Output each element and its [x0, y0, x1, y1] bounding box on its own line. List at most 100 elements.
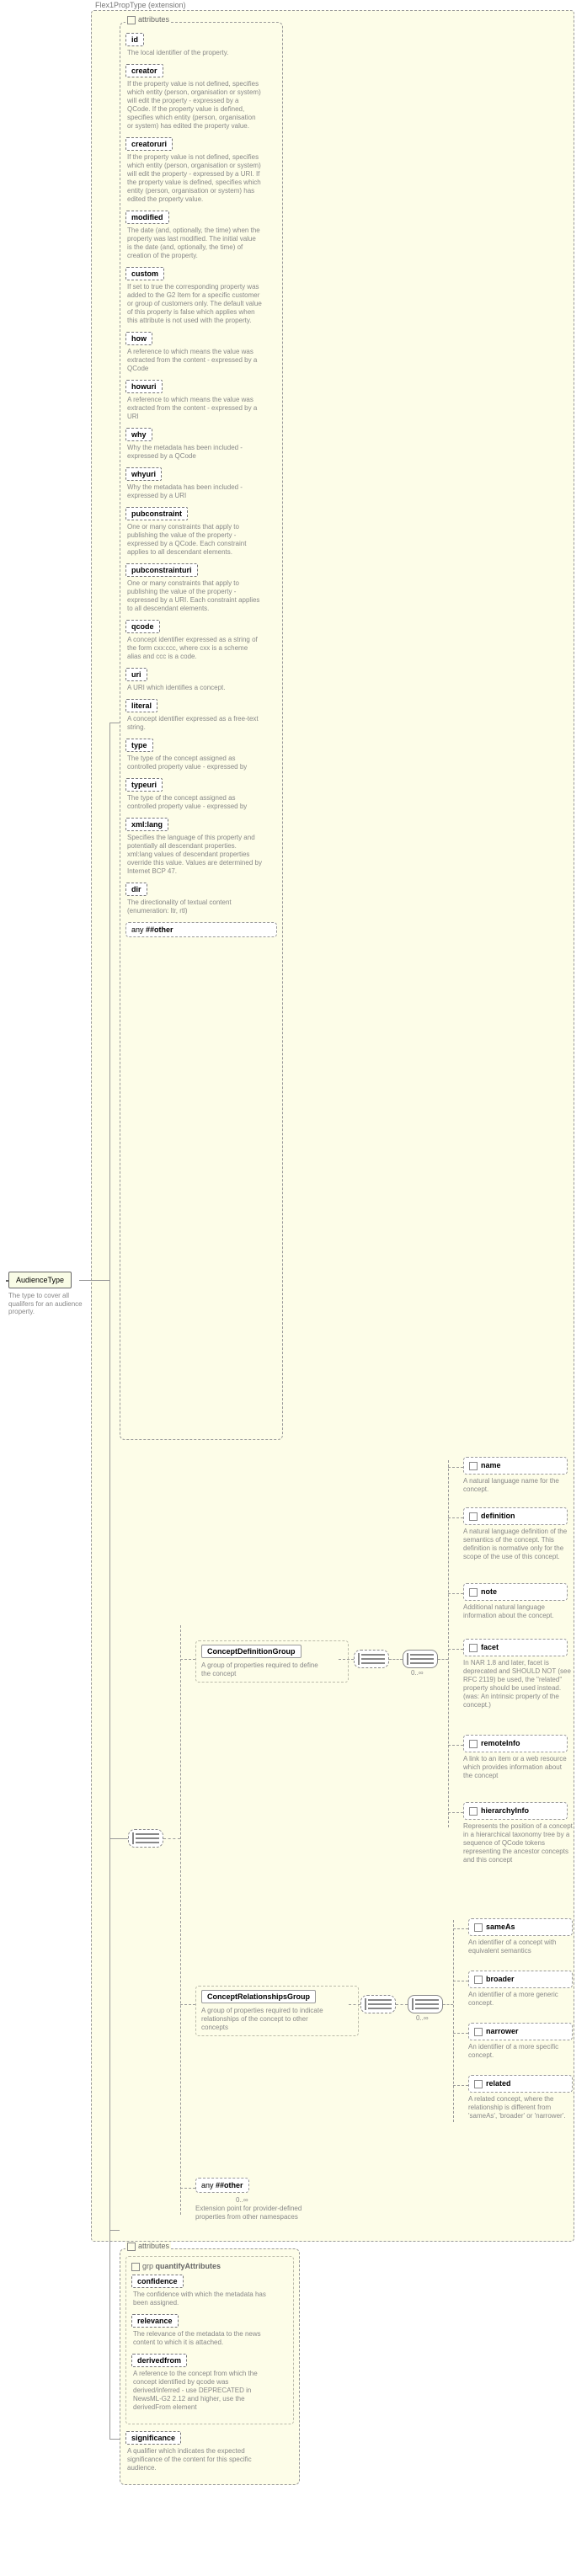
attr-derivedfrom-desc: A reference to the concept from which th… — [133, 2370, 268, 2412]
extension-title: Flex1PropType (extension) — [95, 1, 186, 9]
attr-derivedfrom: derivedfrom A reference to the concept f… — [131, 2354, 288, 2412]
attr-dir-label: dir — [125, 883, 147, 896]
attr-any-other: any ##other — [125, 922, 277, 937]
elem-related-title: related — [474, 2079, 567, 2088]
group-conceptdefinitiongroup: ConceptDefinitionGroup A group of proper… — [195, 1640, 349, 1683]
attr-xmllang: xml:lang Specifies the language of this … — [125, 818, 277, 876]
attr-typeuri: typeuri The type of the concept assigned… — [125, 778, 277, 811]
attr-creatoruri-label: creatoruri — [125, 137, 173, 151]
attr-significance-desc: A qualifier which indicates the expected… — [127, 2447, 262, 2472]
type-audiencetype: AudienceType — [8, 1272, 72, 1288]
attr-custom: custom If set to true the corresponding … — [125, 267, 277, 325]
content-any-other: any ##other — [195, 2178, 249, 2193]
attr-how-label: how — [125, 332, 152, 345]
attr-typeuri-desc: The type of the concept assigned as cont… — [127, 794, 262, 811]
quantify-attributes-container: attributes grp quantifyAttributes confid… — [120, 2248, 300, 2485]
attr-relevance-label: relevance — [131, 2314, 179, 2328]
attr-type-label: type — [125, 739, 153, 752]
type-name: AudienceType — [16, 1276, 64, 1284]
attr-type: type The type of the concept assigned as… — [125, 739, 277, 771]
elem-name-title: name — [469, 1461, 562, 1470]
attr-significance: significance A qualifier which indicates… — [125, 2431, 294, 2472]
elem-facet-title: facet — [469, 1643, 562, 1652]
elem-related-desc: A related concept, where the relationshi… — [468, 2095, 578, 2120]
cdg-choice — [403, 1650, 438, 1668]
attr-uri-label: uri — [125, 668, 147, 681]
box-icon — [127, 16, 136, 24]
attr-whyuri: whyuri Why the metadata has been include… — [125, 467, 277, 500]
elem-note-title: note — [469, 1587, 562, 1597]
attr-howuri: howuri A reference to which means the va… — [125, 380, 277, 421]
attr-dir: dir The directionality of textual conten… — [125, 883, 277, 915]
attributes-container: attributes id The local identifier of th… — [120, 22, 283, 1440]
elem-definition-title: definition — [469, 1512, 562, 1521]
quantify-grp-label: grp quantifyAttributes — [131, 2262, 288, 2271]
attr-qcode-label: qcode — [125, 620, 160, 633]
type-audiencetype-desc: The type to cover all qualifers for an a… — [8, 1292, 93, 1316]
elem-hierarchyinfo-desc: Represents the position of a concept in … — [463, 1822, 574, 1864]
attr-confidence: confidence The confidence with which the… — [131, 2275, 288, 2307]
attr-id: id The local identifier of the property. — [125, 33, 277, 57]
attr-qcode-desc: A concept identifier expressed as a stri… — [127, 636, 262, 661]
elem-narrower-title: narrower — [474, 2027, 567, 2036]
attr-xmllang-label: xml:lang — [125, 818, 168, 831]
cdg-desc: A group of properties required to define… — [201, 1661, 328, 1678]
elem-narrower: narrower — [468, 2023, 573, 2040]
diagram-canvas: AudienceType The type to cover all quali… — [0, 0, 587, 2576]
attr-qcode: qcode A concept identifier expressed as … — [125, 620, 277, 661]
attr-custom-desc: If set to true the corresponding propert… — [127, 283, 262, 325]
crg-sequence — [360, 1995, 396, 2013]
attr-pubconstrainturi-desc: One or many constraints that apply to pu… — [127, 579, 262, 613]
attr-modified-label: modified — [125, 211, 169, 224]
box-icon — [127, 2243, 136, 2251]
cdg-sequence — [354, 1650, 389, 1668]
attributes-header: attributes — [125, 15, 171, 24]
crg-cardinality: 0..∞ — [416, 2014, 429, 2022]
elem-name: name — [463, 1457, 568, 1475]
attr-literal-label: literal — [125, 699, 157, 712]
cdg-cardinality: 0..∞ — [411, 1669, 424, 1677]
attr-whyuri-label: whyuri — [125, 467, 162, 481]
attr-confidence-label: confidence — [131, 2275, 184, 2288]
crg-desc: A group of properties required to indica… — [201, 2007, 328, 2032]
crg-title: ConceptRelationshipsGroup — [201, 1990, 316, 2003]
attr-creatoruri-desc: If the property value is not defined, sp… — [127, 153, 262, 204]
content-any-card: 0..∞ — [236, 2196, 248, 2204]
elem-sameas-title: sameAs — [474, 1923, 567, 1932]
attr-creatoruri: creatoruri If the property value is not … — [125, 137, 277, 204]
attr-uri-desc: A URI which identifies a concept. — [127, 684, 262, 692]
attr-id-desc: The local identifier of the property. — [127, 49, 262, 57]
attr-why: why Why the metadata has been included -… — [125, 428, 277, 461]
elem-remoteinfo-desc: A link to an item or a web resource whic… — [463, 1755, 573, 1780]
attr-custom-label: custom — [125, 267, 164, 280]
attr-typeuri-label: typeuri — [125, 778, 163, 792]
attr-significance-label: significance — [125, 2431, 181, 2445]
attr-pubconstrainturi: pubconstrainturi One or many constraints… — [125, 563, 277, 613]
attr-pubconstraint-desc: One or many constraints that apply to pu… — [127, 523, 262, 557]
elem-facet-desc: In NAR 1.8 and later, facet is deprecate… — [463, 1659, 574, 1709]
attr-id-label: id — [125, 33, 144, 46]
cdg-title: ConceptDefinitionGroup — [201, 1645, 302, 1658]
elem-related: related — [468, 2075, 573, 2093]
attr-confidence-desc: The confidence with which the metadata h… — [133, 2291, 268, 2307]
elem-note-desc: Additional natural language information … — [463, 1603, 571, 1620]
elem-sameas: sameAs — [468, 1918, 573, 1936]
elem-sameas-desc: An identifier of a concept with equivale… — [468, 1939, 576, 1955]
elem-broader: broader — [468, 1971, 573, 1988]
elem-definition: definition — [463, 1507, 568, 1525]
quantify-attr-header: attributes — [125, 2242, 171, 2251]
quantify-group-inner: grp quantifyAttributes confidence The co… — [125, 2256, 294, 2424]
attr-how: how A reference to which means the value… — [125, 332, 277, 373]
elem-note: note — [463, 1583, 568, 1601]
elem-broader-title: broader — [474, 1975, 567, 1984]
elem-facet: facet — [463, 1639, 568, 1656]
elem-remoteinfo: remoteInfo — [463, 1735, 568, 1752]
attr-xmllang-desc: Specifies the language of this property … — [127, 834, 262, 876]
attr-literal: literal A concept identifier expressed a… — [125, 699, 277, 732]
attr-creator-label: creator — [125, 64, 163, 77]
attr-derivedfrom-label: derivedfrom — [131, 2354, 187, 2367]
attr-creator-desc: If the property value is not defined, sp… — [127, 80, 262, 131]
attr-modified-desc: The date (and, optionally, the time) whe… — [127, 227, 262, 260]
attr-howuri-label: howuri — [125, 380, 163, 393]
attr-whyuri-desc: Why the metadata has been included - exp… — [127, 483, 262, 500]
